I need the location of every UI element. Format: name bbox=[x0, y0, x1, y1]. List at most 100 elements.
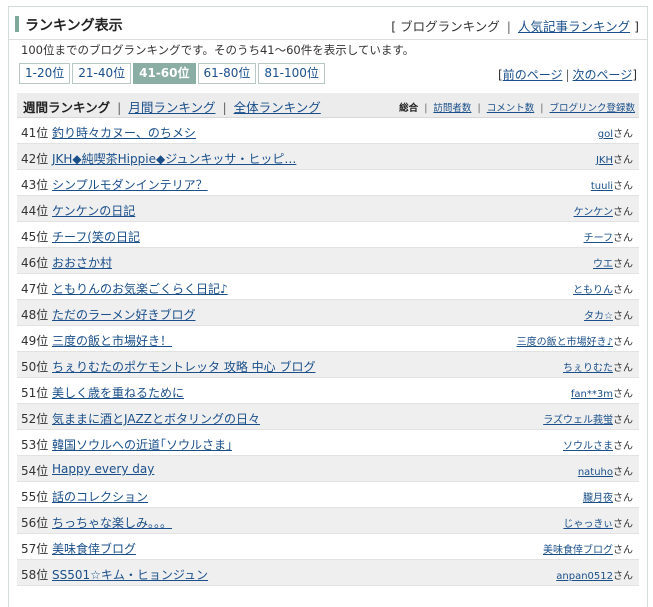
blog-title-link[interactable]: JKH◆純喫茶Hippie◆ジュンキッサ・ヒッピ… bbox=[52, 150, 296, 167]
rank-label: 53位 bbox=[21, 438, 49, 452]
rank-label: 55位 bbox=[21, 490, 49, 504]
separator: | bbox=[222, 100, 227, 115]
range-pager: 1-20位 21-40位 41-60位 61-80位 81-100位 bbox=[19, 63, 327, 84]
range-button[interactable]: 21-40位 bbox=[72, 63, 132, 84]
blog-title-link[interactable]: チーフ(笑の日記 bbox=[52, 228, 140, 245]
blog-owner: natuhoさん bbox=[578, 463, 633, 478]
ranking-row: 42位 JKH◆純喫茶Hippie◆ジュンキッサ・ヒッピ… JKHさん bbox=[17, 144, 639, 170]
owner-link[interactable]: チーフ bbox=[584, 233, 613, 244]
page-title: ランキング表示 bbox=[25, 18, 123, 34]
owner-suffix: さん bbox=[613, 415, 633, 426]
header-accent-bar bbox=[15, 16, 19, 32]
blog-title-link[interactable]: 美味食倖ブログ bbox=[52, 540, 136, 557]
blog-owner: 朧月夜さん bbox=[583, 489, 633, 504]
rank-label: 49位 bbox=[21, 334, 49, 348]
owner-suffix: さん bbox=[613, 363, 633, 374]
tab-weekly[interactable]: 週間ランキング bbox=[23, 100, 110, 115]
tab-overall[interactable]: 全体ランキング bbox=[234, 100, 321, 115]
owner-link[interactable]: じゃっきぃ bbox=[563, 519, 613, 530]
tab-monthly[interactable]: 月間ランキング bbox=[128, 100, 215, 115]
owner-link[interactable]: ケンケン bbox=[574, 207, 613, 218]
blog-owner: ウエさん bbox=[593, 255, 633, 270]
blog-owner: anpan0512さん bbox=[556, 567, 633, 582]
owner-suffix: さん bbox=[613, 181, 633, 192]
owner-link[interactable]: 三度の飯と市場好き♪ bbox=[517, 337, 613, 348]
popular-articles-ranking-link[interactable]: 人気記事ランキング bbox=[518, 19, 630, 34]
ranking-row: 50位 ちぇりむたのポケモントレッタ 攻略 中心 ブログ ちぇりむたさん bbox=[17, 352, 639, 378]
owner-link[interactable]: tuuli bbox=[591, 181, 613, 192]
rank-label: 52位 bbox=[21, 412, 49, 426]
range-button[interactable]: 61-80位 bbox=[197, 63, 257, 84]
sort-total[interactable]: 総合 bbox=[399, 103, 418, 114]
blog-owner: チーフさん bbox=[584, 229, 633, 244]
range-button[interactable]: 41-60位 bbox=[133, 63, 196, 84]
blog-title-link[interactable]: ちっちゃな楽しみ。。。 bbox=[52, 514, 172, 531]
owner-link[interactable]: ソウルさま bbox=[563, 441, 613, 452]
ranking-row: 56位 ちっちゃな楽しみ。。。 じゃっきぃさん bbox=[17, 508, 639, 534]
ranking-row: 51位 美しく歳を重ねるために fan**3mさん bbox=[17, 378, 639, 404]
blog-owner: ケンケンさん bbox=[574, 203, 633, 218]
blog-title-link[interactable]: 気ままに酒とJAZZとボタリングの日々 bbox=[52, 410, 260, 427]
next-page-link[interactable]: 次のページ bbox=[573, 68, 633, 82]
sort-bloglinks-link[interactable]: ブログリンク登録数 bbox=[549, 103, 635, 114]
owner-link[interactable]: ラズウェル莪蛍 bbox=[543, 415, 613, 426]
ranking-row: 48位 ただのラーメン好きブログ タカ☆さん bbox=[17, 300, 639, 326]
owner-suffix: さん bbox=[613, 519, 633, 530]
ranking-row: 58位 SS501☆キム・ヒョンジュン anpan0512さん bbox=[17, 560, 639, 586]
blog-title-link[interactable]: 韓国ソウルへの近道｢ソウルさま｣ bbox=[52, 436, 232, 453]
blog-owner: ソウルさまさん bbox=[563, 437, 633, 452]
close-bracket: ] bbox=[634, 19, 639, 34]
blog-owner: ラズウェル莪蛍さん bbox=[543, 411, 633, 426]
blog-owner: golさん bbox=[598, 125, 633, 140]
blog-title-link[interactable]: ちぇりむたのポケモントレッタ 攻略 中心 ブログ bbox=[52, 358, 315, 375]
blog-title-link[interactable]: おおさか村 bbox=[52, 254, 112, 271]
separator: | bbox=[506, 19, 511, 34]
ranking-row: 45位 チーフ(笑の日記 チーフさん bbox=[17, 222, 639, 248]
blog-title-link[interactable]: SS501☆キム・ヒョンジュン bbox=[52, 566, 208, 583]
prev-page-link[interactable]: 前のページ bbox=[503, 68, 563, 82]
blog-owner: tuuliさん bbox=[591, 177, 633, 192]
rank-label: 48位 bbox=[21, 308, 49, 322]
owner-link[interactable]: anpan0512 bbox=[556, 571, 613, 582]
blog-title-link[interactable]: ともりんのお気楽ごくらく日記♪ bbox=[52, 280, 228, 297]
owner-link[interactable]: 朧月夜 bbox=[583, 493, 613, 504]
blog-title-link[interactable]: ケンケンの日記 bbox=[52, 202, 135, 219]
owner-link[interactable]: タカ☆ bbox=[584, 311, 613, 322]
blog-title-link[interactable]: 三度の飯と市場好き！ bbox=[52, 332, 172, 349]
blog-title-link[interactable]: 美しく歳を重ねるために bbox=[52, 384, 184, 401]
owner-link[interactable]: natuho bbox=[578, 467, 613, 478]
sort-comments-link[interactable]: コメント数 bbox=[487, 103, 535, 114]
blog-title-link[interactable]: ただのラーメン好きブログ bbox=[52, 306, 196, 323]
range-button[interactable]: 1-20位 bbox=[19, 63, 71, 84]
sort-visits-link[interactable]: 訪問者数 bbox=[433, 103, 471, 114]
owner-link[interactable]: ともりん bbox=[573, 285, 613, 296]
ranking-row: 52位 気ままに酒とJAZZとボタリングの日々 ラズウェル莪蛍さん bbox=[17, 404, 639, 430]
blog-title-link[interactable]: 釣り時々カヌー、のちメシ bbox=[52, 124, 196, 141]
rank-label: 58位 bbox=[21, 568, 49, 582]
rank-label: 46位 bbox=[21, 256, 49, 270]
owner-link[interactable]: 美味食倖ブログ bbox=[543, 545, 613, 556]
ranking-row: 43位 シンプルモダンインテリア？ tuuliさん bbox=[17, 170, 639, 196]
blog-title-link[interactable]: Happy every day bbox=[52, 462, 154, 476]
owner-link[interactable]: gol bbox=[598, 129, 613, 140]
owner-suffix: さん bbox=[613, 441, 633, 452]
owner-suffix: さん bbox=[613, 207, 633, 218]
ranking-type-links: [ ブログランキング | 人気記事ランキング ] bbox=[391, 16, 639, 35]
owner-link[interactable]: ちぇりむた bbox=[563, 363, 613, 374]
blog-title-link[interactable]: シンプルモダンインテリア？ bbox=[52, 176, 208, 193]
owner-suffix: さん bbox=[613, 129, 633, 140]
ranking-row: 55位 話のコレクション 朧月夜さん bbox=[17, 482, 639, 508]
rank-label: 44位 bbox=[21, 204, 49, 218]
blog-owner: じゃっきぃさん bbox=[563, 515, 633, 530]
owner-link[interactable]: fan**3m bbox=[571, 389, 613, 400]
range-button[interactable]: 81-100位 bbox=[258, 63, 325, 84]
period-tabs: 週間ランキング | 月間ランキング | 全体ランキング 総合 | 訪問者数 | … bbox=[17, 93, 639, 118]
owner-suffix: さん bbox=[613, 233, 633, 244]
blog-title-link[interactable]: 話のコレクション bbox=[52, 488, 148, 505]
owner-link[interactable]: ウエ bbox=[593, 259, 613, 270]
ranking-row: 57位 美味食倖ブログ 美味食倖ブログさん bbox=[17, 534, 639, 560]
rank-label: 42位 bbox=[21, 152, 49, 166]
ranking-description: 100位までのブログランキングです。そのうち41〜60件を表示しています。 bbox=[21, 43, 415, 57]
ranking-row: 46位 おおさか村 ウエさん bbox=[17, 248, 639, 274]
owner-link[interactable]: JKH bbox=[596, 155, 613, 166]
